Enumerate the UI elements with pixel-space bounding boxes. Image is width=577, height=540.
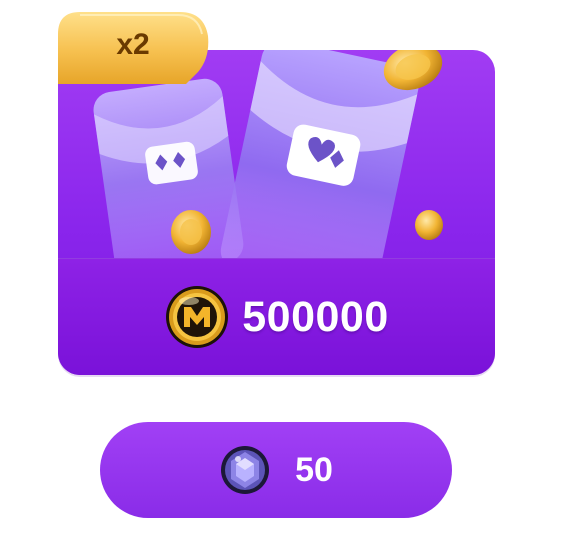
purple-gem-icon bbox=[221, 446, 270, 494]
multiplier-badge: x2 bbox=[58, 12, 213, 84]
amount-row: 500000 bbox=[58, 282, 495, 352]
offer-card[interactable]: 500000 bbox=[58, 50, 495, 375]
buy-button[interactable]: 50 bbox=[100, 422, 452, 518]
multiplier-label: x2 bbox=[116, 28, 150, 61]
coin-amount: 500000 bbox=[242, 292, 389, 341]
price-label: 50 bbox=[295, 450, 333, 489]
offer-screen: 500000 x2 50 bbox=[0, 0, 577, 540]
gold-m-coin-icon bbox=[166, 286, 229, 348]
